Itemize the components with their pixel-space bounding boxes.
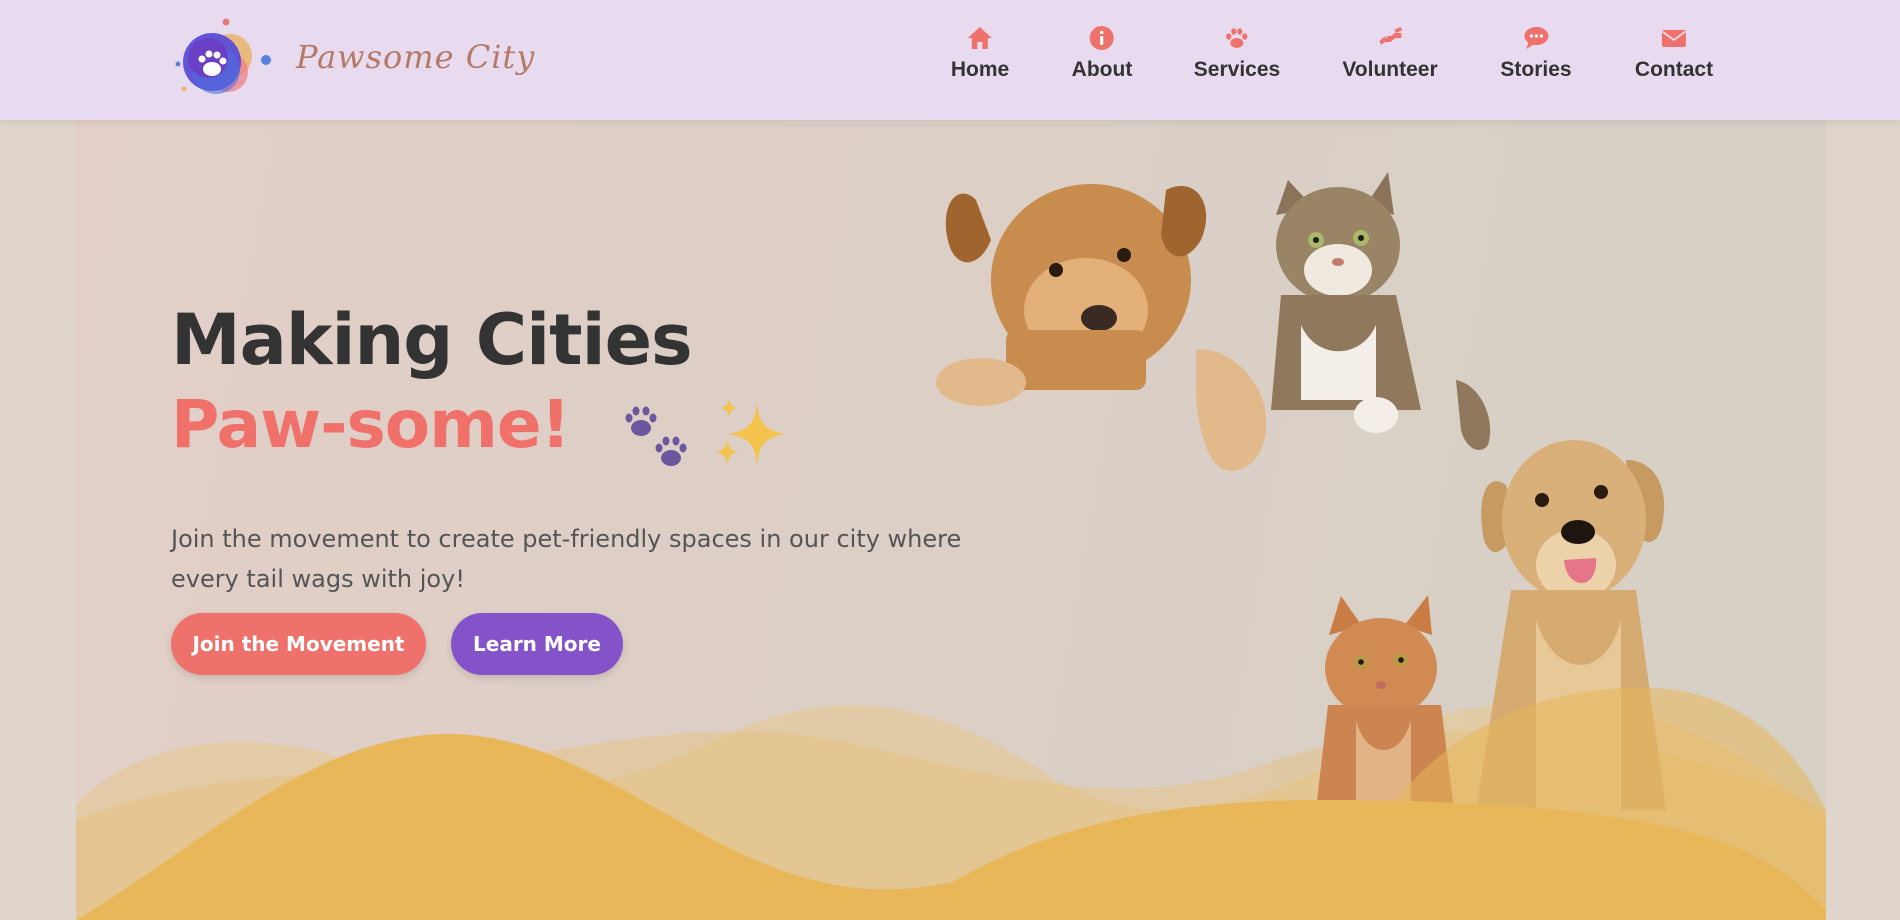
hero-subtitle: Join the movement to create pet-friendly… bbox=[171, 525, 962, 593]
hands-helping-icon bbox=[1378, 27, 1402, 45]
hero-title-highlight-text: Paw-some! bbox=[171, 386, 571, 463]
nav-home[interactable]: Home bbox=[951, 24, 1009, 82]
paw-prints-icon bbox=[625, 406, 687, 466]
nav-home-label: Home bbox=[950, 58, 1010, 81]
hero-section: Making Cities Paw-some! Join the movemen… bbox=[76, 120, 1826, 920]
nav-services-label: Services bbox=[1193, 58, 1281, 81]
join-movement-button[interactable]: Join the Movement bbox=[171, 613, 426, 675]
hero-title: Making Cities bbox=[171, 299, 693, 381]
hero-title-highlight: Paw-some! bbox=[171, 392, 571, 468]
nav-contact[interactable]: Contact bbox=[1635, 24, 1713, 82]
sparkles-icon bbox=[715, 398, 785, 466]
home-icon bbox=[967, 27, 992, 49]
nav-contact-label: Contact bbox=[1634, 58, 1714, 81]
nav-volunteer[interactable]: Volunteer bbox=[1342, 24, 1438, 82]
paw-icon bbox=[1226, 28, 1248, 48]
envelope-icon bbox=[1661, 30, 1687, 47]
learn-more-button[interactable]: Learn More bbox=[451, 613, 623, 675]
cat-peeking-image bbox=[1271, 172, 1491, 450]
dog-peeking-image bbox=[936, 184, 1267, 471]
nav-services[interactable]: Services bbox=[1194, 24, 1280, 82]
info-icon bbox=[1090, 26, 1114, 50]
nav-stories[interactable]: Stories bbox=[1500, 24, 1572, 82]
site-header: Pawsome City Home About Services Volunte… bbox=[0, 0, 1900, 120]
main-nav: Home About Services Volunteer Stories Co… bbox=[0, 24, 1900, 94]
nav-about[interactable]: About bbox=[1071, 24, 1133, 82]
nav-stories-label: Stories bbox=[1500, 58, 1572, 81]
nav-about-label: About bbox=[1071, 58, 1133, 81]
chat-bubble-icon bbox=[1523, 27, 1548, 49]
nav-volunteer-label: Volunteer bbox=[1342, 58, 1438, 81]
